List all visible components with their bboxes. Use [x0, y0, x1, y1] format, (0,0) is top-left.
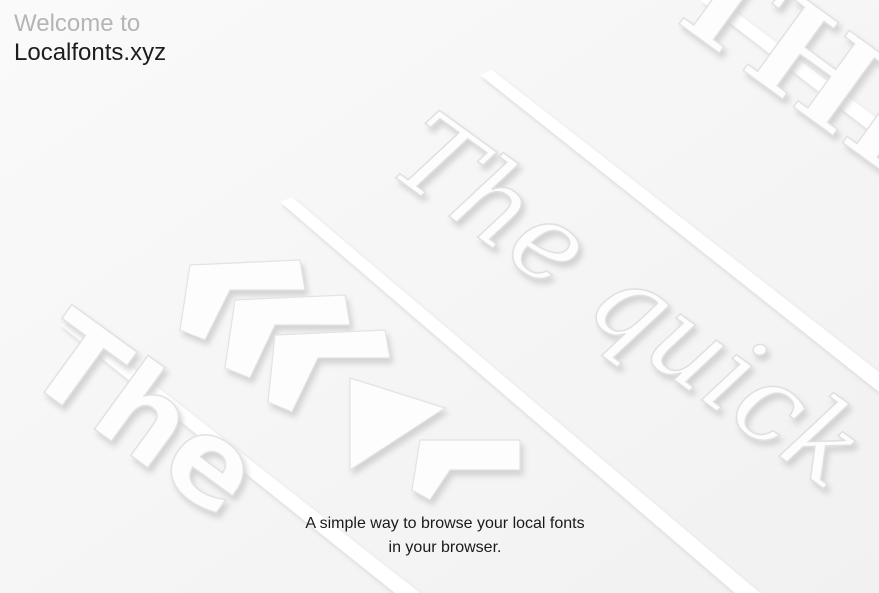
hero-background-illustration: THE Q The quick The — [0, 0, 879, 593]
welcome-text: Welcome to — [14, 10, 141, 37]
tagline-line-2: in your browser. — [388, 539, 502, 556]
tagline-line-1: A simple way to browse your local fonts — [305, 515, 585, 532]
hero-tagline: A simple way to browse your local fonts … — [200, 512, 690, 560]
site-header: Welcome to Localfonts.xyz — [14, 10, 166, 68]
site-name-link[interactable]: Localfonts.xyz — [14, 38, 166, 68]
